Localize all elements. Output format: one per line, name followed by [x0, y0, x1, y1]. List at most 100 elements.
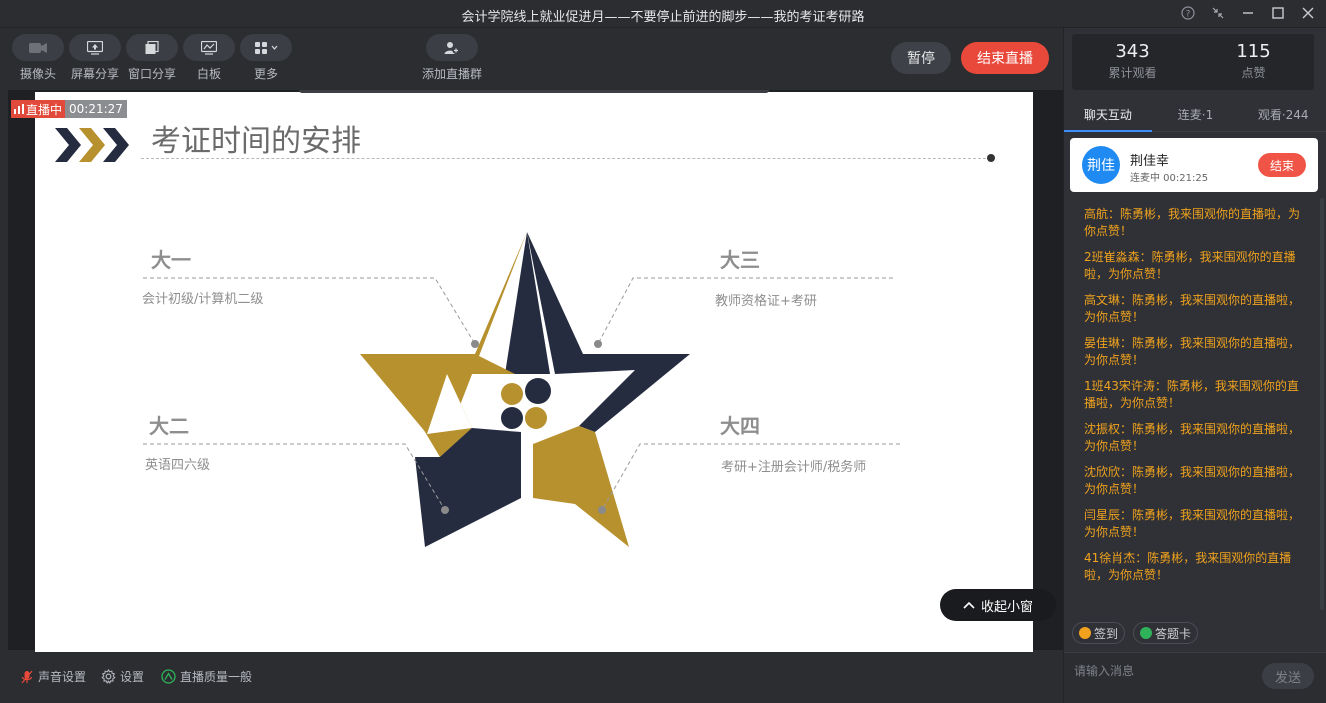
- whiteboard-label: 白板: [196, 67, 221, 81]
- screen-share-label: 屏幕分享: [70, 67, 119, 81]
- collapse-window-button[interactable]: 收起小窗: [940, 589, 1056, 621]
- gear-icon: [101, 669, 116, 684]
- likes-count: 115: [1236, 41, 1271, 62]
- chat-message: 41徐肖杰：陈勇彬，我来围观你的直播啦，为你点赞！: [1084, 551, 1292, 582]
- quick-actions: 签到 答题卡: [1072, 622, 1199, 644]
- chat-scrollbar[interactable]: [1320, 198, 1324, 610]
- screen-share-icon: [69, 34, 121, 61]
- minimize-icon[interactable]: [1240, 5, 1256, 21]
- audio-settings-button[interactable]: 声音设置: [20, 668, 86, 685]
- location-pin-icon: [1079, 627, 1091, 639]
- window-title: 会计学院线上就业促进月——不要停止前进的脚步——我的考证考研路: [461, 10, 865, 25]
- window-share-label: 窗口分享: [127, 67, 176, 81]
- stats-card: 343 累计观看 115 点赞: [1072, 34, 1314, 90]
- live-elapsed-time: 00:21:27: [65, 100, 127, 118]
- tab-chat[interactable]: 聊天互动: [1064, 98, 1152, 132]
- camera-button[interactable]: 摄像头: [12, 34, 64, 84]
- stage-top-handle: [299, 90, 769, 93]
- message-composer: 发送: [1064, 652, 1326, 703]
- bottom-bar: 声音设置 设置 直播质量一般: [0, 652, 1063, 703]
- live-status-badge: 直播中 00:21:27: [11, 100, 127, 118]
- maximize-icon[interactable]: [1270, 5, 1286, 21]
- more-button[interactable]: 更多: [240, 34, 292, 84]
- add-group-label: 添加直播群: [421, 67, 482, 81]
- toolbar: 摄像头 屏幕分享 窗口分享 白板 更多 添加直播群 暂停 结束直播: [0, 28, 1063, 90]
- camera-label: 摄像头: [19, 67, 56, 81]
- chat-list[interactable]: 高航：陈勇彬，我来围观你的直播啦，为你点赞！ 2班崔淼森：陈勇彬，我来围观你的直…: [1064, 198, 1320, 618]
- quality-icon: [161, 669, 176, 684]
- camera-icon: [12, 34, 64, 61]
- year2-title: 大二: [149, 414, 189, 438]
- live-quality-label: 直播质量一般: [180, 670, 253, 684]
- year1-desc: 会计初级/计算机二级: [142, 292, 264, 307]
- chat-message: 高文琳：陈勇彬，我来围观你的直播啦，为你点赞！: [1084, 293, 1301, 324]
- right-panel: 343 累计观看 115 点赞 聊天互动 连麦·1 观看·244 荆佳 荆佳幸 …: [1063, 28, 1326, 703]
- send-button[interactable]: 发送: [1262, 663, 1314, 689]
- chat-message: 1班43宋许涛：陈勇彬，我来围观你的直播啦，为你点赞！: [1084, 379, 1299, 410]
- close-icon[interactable]: [1300, 5, 1316, 21]
- center-circle-gold-top: [501, 383, 523, 405]
- add-group-icon: [426, 34, 478, 61]
- views-caption: 累计观看: [1108, 66, 1157, 80]
- slide-stage: 考证时间的安排 大一 会计初级/计算机二级 大三 教师资格证+考研 大二 英语四…: [8, 90, 1063, 652]
- settings-button[interactable]: 设置: [101, 668, 144, 685]
- checkin-button[interactable]: 签到: [1072, 622, 1126, 644]
- chevron-up-icon: [963, 601, 975, 609]
- star-navy-right-arm: [527, 232, 690, 432]
- live-status-label: 直播中: [26, 102, 63, 117]
- center-circle-navy-top: [525, 378, 551, 404]
- window-share-button[interactable]: 窗口分享: [126, 34, 178, 84]
- end-live-button[interactable]: 结束直播: [961, 42, 1049, 74]
- muted-mic-icon: [21, 670, 33, 683]
- tab-co-host[interactable]: 连麦·1: [1152, 98, 1240, 131]
- answer-card-icon: [1140, 627, 1153, 639]
- star-diagram: [143, 232, 900, 547]
- checkin-label: 签到: [1094, 626, 1119, 641]
- answer-card-button[interactable]: 答题卡: [1133, 622, 1199, 644]
- chat-message: 高航：陈勇彬，我来围观你的直播啦，为你点赞！: [1084, 207, 1301, 238]
- settings-label: 设置: [120, 670, 145, 684]
- panel-tabs: 聊天互动 连麦·1 观看·244: [1064, 98, 1326, 132]
- svg-text:?: ?: [1186, 10, 1191, 20]
- avatar: 荆佳: [1082, 146, 1120, 184]
- year4-desc: 考研+注册会计师/税务师: [721, 460, 867, 475]
- chat-message: 沈欣欣：陈勇彬，我来围观你的直播啦，为你点赞！: [1084, 465, 1301, 496]
- title-bar: 会计学院线上就业促进月——不要停止前进的脚步——我的考证考研路 ?: [0, 0, 1326, 28]
- year3-desc: 教师资格证+考研: [715, 294, 817, 309]
- presentation-slide: 考证时间的安排 大一 会计初级/计算机二级 大三 教师资格证+考研 大二 英语四…: [35, 92, 1033, 652]
- year2-desc: 英语四六级: [145, 458, 211, 473]
- chat-message: 晏佳琳：陈勇彬，我来围观你的直播啦，为你点赞！: [1084, 336, 1301, 367]
- likes-caption: 点赞: [1241, 66, 1266, 80]
- center-circle-gold-bottom: [525, 407, 547, 429]
- answer-card-label: 答题卡: [1155, 626, 1192, 641]
- message-input[interactable]: [1074, 661, 1254, 681]
- window-controls: ?: [1180, 5, 1316, 21]
- collapse-window-label: 收起小窗: [980, 599, 1033, 615]
- more-label: 更多: [253, 67, 278, 81]
- whiteboard-button[interactable]: 白板: [183, 34, 235, 84]
- window-share-icon: [126, 34, 178, 61]
- year3-title: 大三: [720, 248, 760, 272]
- chat-message: 沈振权：陈勇彬，我来围观你的直播啦，为你点赞！: [1084, 422, 1301, 453]
- help-icon[interactable]: ?: [1180, 5, 1196, 21]
- audio-settings-label: 声音设置: [38, 670, 87, 684]
- add-live-group-button[interactable]: 添加直播群: [422, 34, 482, 82]
- end-co-host-button[interactable]: 结束: [1258, 153, 1306, 177]
- star-gold-bottom-right: [533, 426, 629, 547]
- likes-stat: 115 点赞: [1193, 34, 1314, 90]
- screen-share-button[interactable]: 屏幕分享: [69, 34, 121, 84]
- co-host-status: 连麦中 00:21:25: [1130, 173, 1209, 184]
- whiteboard-icon: [183, 34, 235, 61]
- main-area: 摄像头 屏幕分享 窗口分享 白板 更多 添加直播群 暂停 结束直播 考证时间的安…: [0, 28, 1063, 703]
- chat-message: 闫星辰：陈勇彬，我来围观你的直播啦，为你点赞！: [1084, 508, 1301, 539]
- shrink-icon[interactable]: [1210, 5, 1226, 21]
- year1-title: 大一: [151, 248, 191, 272]
- co-host-card: 荆佳 荆佳幸 连麦中 00:21:25 结束: [1070, 138, 1318, 192]
- views-stat: 343 累计观看: [1072, 34, 1193, 90]
- views-count: 343: [1115, 41, 1150, 62]
- live-quality-indicator[interactable]: 直播质量一般: [161, 668, 252, 685]
- year4-title: 大四: [720, 414, 760, 438]
- tab-viewers[interactable]: 观看·244: [1239, 98, 1326, 131]
- co-host-name: 荆佳幸: [1130, 154, 1170, 169]
- pause-button[interactable]: 暂停: [891, 42, 951, 74]
